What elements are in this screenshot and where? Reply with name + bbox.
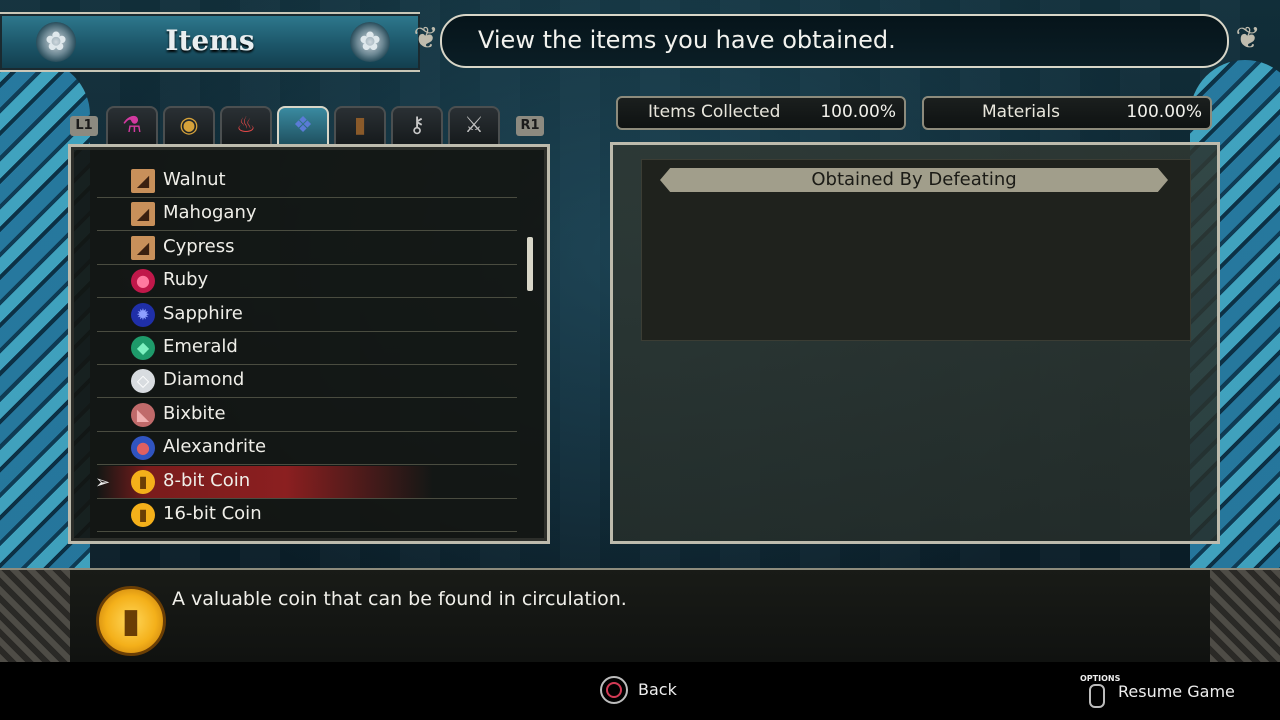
gem-pile-icon: ❖	[293, 113, 313, 138]
wood-icon: ◢	[131, 169, 155, 193]
list-item-label: 16-bit Coin	[163, 503, 262, 524]
sushi-icon: ♨	[236, 113, 256, 138]
hint-banner: View the items you have obtained.	[440, 14, 1229, 68]
list-item[interactable]: ● Ruby	[97, 265, 517, 299]
list-item[interactable]: ✹ Sapphire	[97, 299, 517, 332]
list-item-label: Sapphire	[163, 302, 243, 324]
food-tab[interactable]: ◉	[163, 106, 215, 146]
list-item-label: Bixbite	[163, 402, 226, 424]
ruby-icon: ●	[131, 269, 155, 294]
materials-stat: Materials 100.00%	[922, 96, 1212, 130]
keys-tab[interactable]: ⚷	[391, 106, 443, 146]
description-bar: ▮ A valuable coin that can be found in c…	[0, 568, 1280, 664]
materials-tab[interactable]: ❖	[277, 106, 329, 146]
list-item-label: Mahogany	[163, 202, 257, 224]
plate-icon: ◉	[179, 113, 199, 138]
potion-icon: ⚗	[122, 113, 142, 138]
ornament-right	[1210, 570, 1280, 662]
scrollbar[interactable]	[527, 237, 533, 291]
ornament-left	[0, 570, 70, 662]
list-item[interactable]: ◣ Bixbite	[97, 399, 517, 432]
obtained-by-heading: Obtained By Defeating	[660, 168, 1168, 192]
list-item[interactable]: ◢ Cypress	[97, 232, 517, 265]
list-item-label: Ruby	[163, 269, 209, 291]
coin-icon: ▮	[131, 503, 155, 527]
options-label: OPTIONS	[1080, 674, 1121, 683]
sushi-tab[interactable]: ♨	[220, 106, 272, 146]
weapons-tab[interactable]: ⚔	[448, 106, 500, 146]
detail-panel: Obtained By Defeating	[610, 142, 1220, 544]
wood-icon: ◢	[131, 202, 155, 227]
rose-emblem-icon: ✿	[350, 22, 390, 62]
items-collected-value: 100.00%	[820, 102, 896, 122]
emerald-icon: ◆	[131, 336, 155, 360]
circle-button-icon	[600, 676, 628, 704]
hint-text: View the items you have obtained.	[478, 26, 896, 54]
footer: Back OPTIONS Resume Game	[0, 662, 1280, 720]
options-button-icon	[1089, 684, 1105, 708]
key-icon: ⚷	[408, 113, 426, 138]
bixbite-icon: ◣	[131, 402, 155, 427]
back-label: Back	[638, 680, 677, 699]
potions-tab[interactable]: ⚗	[106, 106, 158, 146]
title-plate: ✿ Items ✿	[0, 12, 420, 72]
list-item-label: Walnut	[163, 169, 226, 190]
coin-icon: ▮	[96, 586, 166, 656]
item-description: A valuable coin that can be found in cir…	[172, 588, 627, 610]
crossed-swords-icon: ⚔	[464, 113, 484, 138]
alexandrite-icon: ●	[131, 436, 155, 461]
list-item[interactable]: ➢ ▮ 8-bit Coin	[95, 465, 517, 499]
r1-shoulder-button[interactable]: R1	[516, 116, 544, 136]
wood-icon: ◢	[131, 235, 155, 260]
diamond-icon: ◇	[131, 369, 155, 394]
list-item[interactable]: ◢ Walnut	[97, 165, 517, 198]
book-icon: ▮	[353, 113, 367, 138]
list-item[interactable]: ◆ Emerald	[97, 332, 517, 365]
ornament-swirl-icon: ❦	[1235, 21, 1261, 56]
list-item-label: Alexandrite	[163, 436, 267, 458]
books-tab[interactable]: ▮	[334, 106, 386, 146]
l1-shoulder-button[interactable]: L1	[70, 116, 98, 136]
sapphire-icon: ✹	[131, 302, 155, 327]
resume-game-label: Resume Game	[1118, 682, 1235, 701]
materials-value: 100.00%	[1126, 102, 1202, 122]
coin-icon: ▮	[131, 469, 155, 494]
list-item-label: Cypress	[163, 235, 235, 257]
selection-cursor-icon: ➢	[95, 471, 111, 493]
items-collected-stat: Items Collected 100.00%	[616, 96, 906, 130]
materials-label: Materials	[982, 102, 1060, 122]
list-item-label: Diamond	[163, 369, 245, 391]
list-item[interactable]: ● Alexandrite	[97, 432, 517, 466]
list-item-label: Emerald	[163, 336, 238, 357]
items-collected-label: Items Collected	[648, 102, 781, 122]
list-item[interactable]: ▮ 16-bit Coin	[97, 499, 517, 532]
list-item[interactable]: ◇ Diamond	[97, 365, 517, 399]
item-list[interactable]: ◢ Walnut ◢ Mahogany ◢ Cypress ● Ruby ✹ Sapphire ◆ E…	[68, 144, 550, 544]
list-item-label: 8-bit Coin	[163, 469, 251, 491]
obtained-by-box: Obtained By Defeating	[641, 159, 1191, 341]
list-item[interactable]: ◢ Mahogany	[97, 198, 517, 232]
